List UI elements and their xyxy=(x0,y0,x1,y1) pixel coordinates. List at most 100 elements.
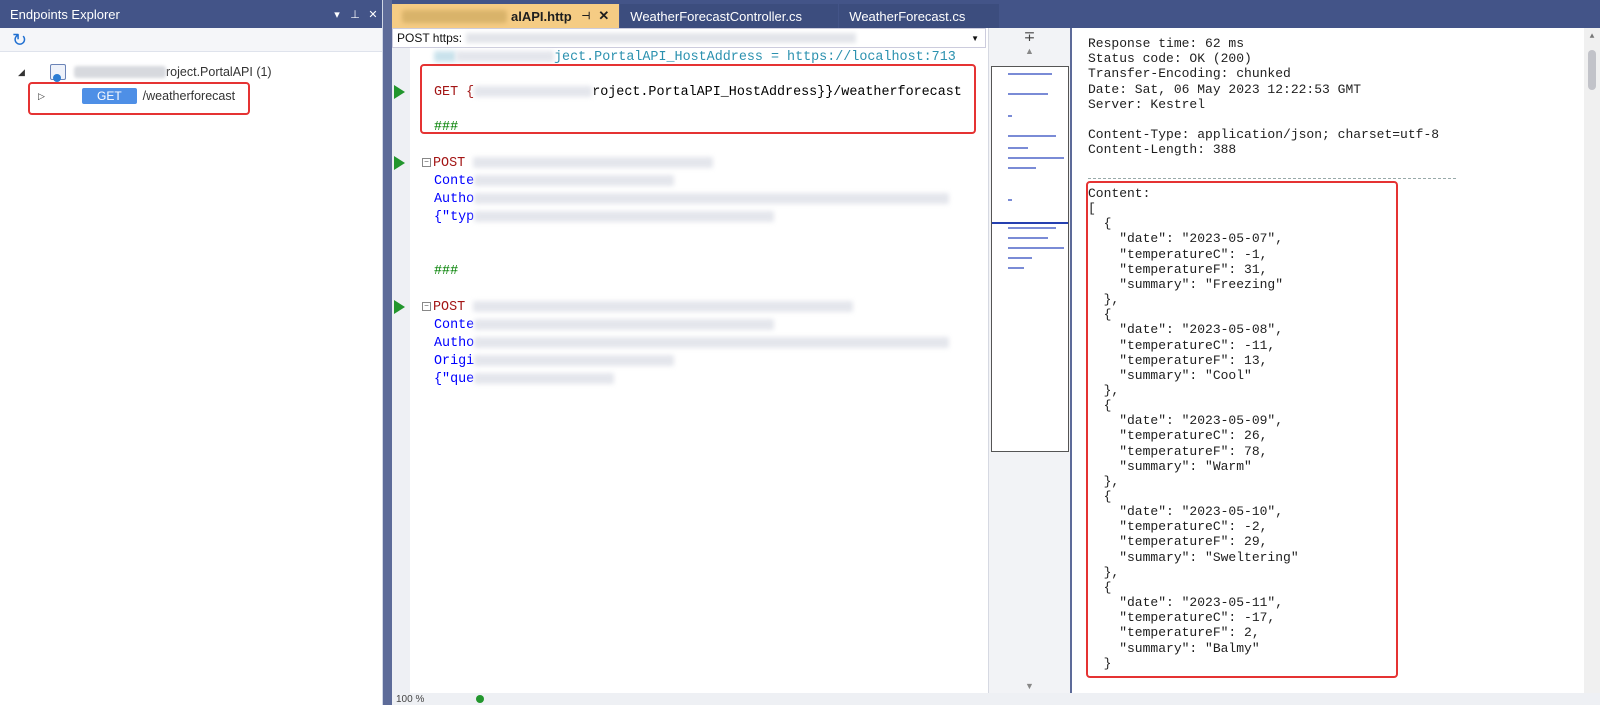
endpoints-tree: ◢ roject.PortalAPI (1) ▷ GET /weatherfor… xyxy=(0,52,382,108)
minimap-line xyxy=(1008,157,1064,159)
response-content-line: }, xyxy=(1088,473,1120,489)
pin-icon[interactable]: ⊣ xyxy=(582,11,591,22)
tree-project-node[interactable]: ◢ roject.PortalAPI (1) xyxy=(0,60,382,84)
code-line-header: Conte xyxy=(434,174,675,190)
no-issues-icon[interactable] xyxy=(476,695,484,703)
minimap-line xyxy=(1008,147,1028,149)
web-project-icon xyxy=(50,64,66,82)
response-content-line: "temperatureC": -2, xyxy=(1088,519,1268,535)
variable-text: ject.PortalAPI_HostAddress = https://loc… xyxy=(554,50,956,65)
minimap-line xyxy=(1008,73,1052,75)
response-content-line: { xyxy=(1088,307,1112,323)
minimap-line xyxy=(1008,93,1048,95)
http-editor[interactable]: POST https: ▼ ject.PortalAPI_HostAddress… xyxy=(392,28,1058,705)
response-content-line: "date": "2023-05-11", xyxy=(1088,595,1284,611)
response-header-line: Response time: 62 ms xyxy=(1088,36,1245,51)
request-selector-dropdown[interactable]: POST https: ▼ xyxy=(392,28,986,48)
response-scrollbar[interactable]: ▲ xyxy=(1584,28,1600,693)
chevron-down-icon[interactable]: ▼ xyxy=(971,34,979,43)
endpoints-explorer-titlebar: Endpoints Explorer ▾ ⊥ ✕ xyxy=(0,0,382,28)
tab-label: WeatherForecast.cs xyxy=(849,8,966,24)
refresh-icon[interactable]: ↻ xyxy=(12,31,27,49)
document-tabs: alAPI.http ⊣ ✕ WeatherForecastController… xyxy=(392,0,1600,28)
scroll-up-arrow-icon[interactable]: ▲ xyxy=(989,46,1070,60)
scroll-down-arrow-icon[interactable]: ▼ xyxy=(989,681,1070,691)
tree-endpoint-node[interactable]: ▷ GET /weatherforecast xyxy=(0,84,382,108)
body-text: {"que xyxy=(434,372,475,387)
response-panel: Response time: 62 ms Status code: OK (200… xyxy=(1072,28,1600,693)
pin-icon[interactable]: ⊥ xyxy=(346,8,364,21)
response-content-line: { xyxy=(1088,398,1112,414)
code-line-post1: − POST xyxy=(422,156,714,172)
response-content-line: "temperatureF": 2, xyxy=(1088,625,1260,641)
code-separator: ### xyxy=(434,264,459,279)
redacted-tab-prefix xyxy=(402,9,507,23)
code-line-get: GET {roject.PortalAPI_HostAddress}}/weat… xyxy=(434,85,962,101)
response-header-line: Content-Length: 388 xyxy=(1088,142,1237,158)
response-separator xyxy=(1088,178,1456,179)
response-content-line: } xyxy=(1088,655,1112,671)
editor-minimap[interactable] xyxy=(991,66,1069,452)
panel-dropdown-icon[interactable]: ▾ xyxy=(328,8,346,21)
response-content-line: "temperatureC": -1, xyxy=(1088,246,1268,262)
response-content-line: "summary": "Freezing" xyxy=(1088,276,1284,292)
tab-weatherforecast[interactable]: WeatherForecast.cs xyxy=(839,4,1000,28)
fold-icon[interactable]: − xyxy=(422,157,431,167)
redacted-text xyxy=(474,85,593,97)
endpoint-path-label: /weatherforecast xyxy=(142,89,236,103)
response-header-line: Content-Type: application/json; charset=… xyxy=(1088,127,1440,143)
tab-weatherforecastcontroller[interactable]: WeatherForecastController.cs xyxy=(620,4,839,28)
redacted-text xyxy=(473,156,714,168)
redacted-url xyxy=(466,33,857,43)
response-content-line: { xyxy=(1088,489,1112,504)
header-text: Autho xyxy=(434,336,475,351)
close-icon[interactable]: ✕ xyxy=(364,8,382,21)
response-content-line: { xyxy=(1088,216,1112,232)
scrollbar-thumb[interactable] xyxy=(1588,50,1596,90)
response-content-line: }, xyxy=(1088,382,1120,398)
code-line-header: Autho xyxy=(434,336,950,352)
run-request-icon[interactable] xyxy=(394,300,405,314)
response-content-line: "summary": "Sweltering" xyxy=(1088,549,1299,565)
header-text: Autho xyxy=(434,192,475,207)
run-request-icon[interactable] xyxy=(394,85,405,99)
minimap-line xyxy=(1008,135,1056,137)
endpoints-explorer-panel: Endpoints Explorer ▾ ⊥ ✕ ↻ ◢ roject.Port… xyxy=(0,0,383,705)
expand-arrow-icon[interactable]: ▷ xyxy=(38,91,52,102)
http-method-badge: GET xyxy=(82,88,137,104)
post-text: POST xyxy=(433,300,466,315)
close-tab-icon[interactable]: ✕ xyxy=(598,8,609,24)
fold-icon[interactable]: − xyxy=(422,301,431,311)
scroll-up-arrow-icon[interactable]: ▲ xyxy=(1584,28,1600,41)
tab-label: WeatherForecastController.cs xyxy=(630,8,803,24)
run-request-icon[interactable] xyxy=(394,156,405,170)
minimap-line xyxy=(1008,199,1012,201)
response-header-line: Date: Sat, 06 May 2023 12:22:53 GMT xyxy=(1088,81,1362,97)
get-url-text: roject.PortalAPI_HostAddress}}/weatherfo… xyxy=(592,85,962,100)
tab-portalapi-http[interactable]: alAPI.http ⊣ ✕ xyxy=(392,4,620,28)
header-text: Conte xyxy=(434,318,475,333)
redacted-text xyxy=(474,174,675,186)
code-line-post2: − POST xyxy=(422,300,854,316)
response-content-line: "temperatureC": -17, xyxy=(1088,610,1276,626)
redacted-project-name xyxy=(74,66,166,78)
response-header-line: Server: Kestrel xyxy=(1088,96,1206,112)
response-content-line: "summary": "Warm" xyxy=(1088,458,1252,474)
editor-status-bar: 100 % xyxy=(392,693,1600,705)
minimap-line xyxy=(1008,237,1048,239)
response-content-line: "date": "2023-05-09", xyxy=(1088,413,1284,429)
ide-window: Endpoints Explorer ▾ ⊥ ✕ ↻ ◢ roject.Port… xyxy=(0,0,1600,705)
zoom-level[interactable]: 100 % xyxy=(396,694,456,705)
minimap-line xyxy=(1008,115,1012,117)
split-editor-icon[interactable]: ∓ xyxy=(989,28,1070,46)
tab-label: alAPI.http xyxy=(511,8,572,24)
redacted-text xyxy=(474,210,775,222)
panel-title: Endpoints Explorer xyxy=(10,6,120,22)
response-content-line: "temperatureF": 78, xyxy=(1088,443,1268,459)
code-area[interactable]: ject.PortalAPI_HostAddress = https://loc… xyxy=(394,48,986,693)
redacted-text xyxy=(474,354,675,366)
response-header-line: Transfer-Encoding: chunked xyxy=(1088,66,1291,82)
collapse-arrow-icon[interactable]: ◢ xyxy=(18,67,32,78)
response-content-line: "date": "2023-05-10", xyxy=(1088,504,1284,520)
minimap-column: ∓ ▲ ▼ xyxy=(988,28,1070,693)
